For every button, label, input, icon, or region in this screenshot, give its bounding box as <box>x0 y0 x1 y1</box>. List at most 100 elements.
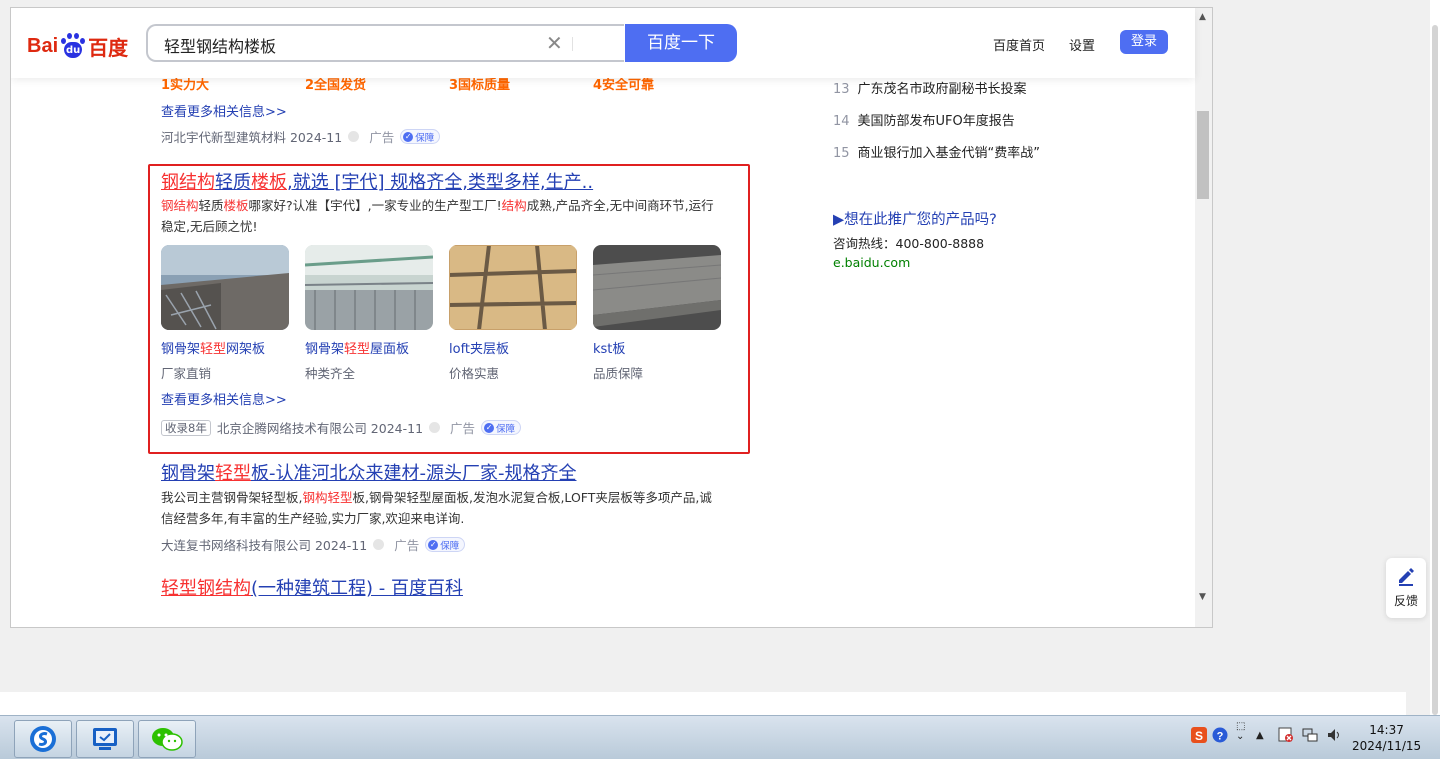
result-title[interactable]: 钢结构轻质楼板,就选 [宇代] 规格齐全,类型多样,生产.. <box>161 168 593 194</box>
source-name[interactable]: 大连复书网络科技有限公司 2024-11 <box>161 535 367 554</box>
badge-label: 保障 <box>415 132 435 144</box>
source-name[interactable]: 北京企腾网络技术有限公司 2024-11 <box>217 418 423 437</box>
settings-link[interactable]: 设置 <box>1069 35 1095 54</box>
product-title[interactable]: 钢骨架轻型网架板 <box>161 338 289 357</box>
product-card[interactable]: loft夹层板 价格实惠 <box>449 245 577 382</box>
browser-icon <box>30 726 56 752</box>
desc-text: 我公司主营钢骨架轻型板, <box>161 490 303 505</box>
promo-hotline: 咨询热线：400-800-8888 <box>833 236 985 251</box>
search-box[interactable]: ✕ <box>146 24 624 62</box>
product-image[interactable] <box>161 245 289 330</box>
input-method-icon[interactable]: S <box>1191 727 1207 746</box>
taskbar-wechat-button[interactable] <box>138 720 196 758</box>
feedback-label: 反馈 <box>1393 594 1418 608</box>
desc-text: 轻质 <box>198 198 224 213</box>
outer-scrollbar[interactable] <box>1430 0 1440 715</box>
ad-label: 广告 <box>450 421 476 436</box>
logo-text-du: du <box>64 42 83 58</box>
dropdown-icon[interactable] <box>429 422 441 433</box>
check-icon: ✓ <box>484 422 495 433</box>
bottom-strip <box>0 692 1406 715</box>
svg-text:?: ? <box>1217 731 1224 743</box>
result-source: 收录8年 北京企腾网络技术有限公司 2024-11 广告 ✓ 保障 <box>161 418 522 437</box>
login-button[interactable]: 登录 <box>1120 30 1168 54</box>
tray-expand-icon[interactable]: ⬚ ⌄ <box>1236 722 1245 742</box>
result-title-baike[interactable]: 轻型钢结构(一种建筑工程) - 百度百科 <box>161 574 463 600</box>
product-title-keyword: 轻型 <box>200 342 227 357</box>
promo-link[interactable]: ▶想在此推广您的产品吗? <box>833 208 997 229</box>
product-subtitle: 种类齐全 <box>305 366 356 381</box>
title-keyword: 楼板 <box>251 172 287 193</box>
product-subtitle: 价格实惠 <box>449 366 500 381</box>
desc-keyword: 钢结构 <box>161 198 199 213</box>
guarantee-badge[interactable]: ✓ 保障 <box>481 420 522 435</box>
title-keyword: 轻型 <box>215 463 251 484</box>
dropdown-icon[interactable] <box>348 131 360 142</box>
title-text: ,就选 [宇代] 规格齐全,类型多样,生产.. <box>287 172 594 193</box>
guarantee-badge[interactable]: ✓ 保障 <box>400 129 441 144</box>
taskbar-browser-button[interactable] <box>14 720 72 758</box>
taskbar-app-button[interactable] <box>76 720 134 758</box>
wechat-icon <box>152 728 183 751</box>
product-image[interactable] <box>449 245 577 330</box>
product-title[interactable]: loft夹层板 <box>449 338 577 357</box>
source-name[interactable]: 河北宇代新型建筑材料 2024-11 <box>161 127 342 146</box>
system-clock[interactable]: 14:37 2024/11/15 <box>1352 722 1421 754</box>
hot-list-item[interactable]: 15 商业银行加入基金代销“费率战” <box>833 142 1040 161</box>
network-icon[interactable] <box>1302 727 1318 746</box>
more-info-link[interactable]: 查看更多相关信息>> <box>161 101 287 120</box>
product-image[interactable] <box>593 245 721 330</box>
taskbar: S ? ⬚ ⌄ ▲ 14:37 2024/11/15 <box>0 715 1440 759</box>
product-card[interactable]: 钢骨架轻型屋面板 种类齐全 <box>305 245 433 382</box>
product-image[interactable] <box>305 245 433 330</box>
hot-text: 美国防部发布UFO年度报告 <box>857 114 1015 129</box>
badge-label: 保障 <box>496 423 516 435</box>
result-title[interactable]: 钢骨架轻型板-认准河北众来建材-源头厂家-规格齐全 <box>161 459 576 485</box>
feedback-button[interactable]: 反馈 <box>1386 558 1426 618</box>
check-icon: ✓ <box>428 539 439 550</box>
action-center-icon[interactable] <box>1278 727 1294 746</box>
title-text: 轻质 <box>215 172 251 193</box>
search-button[interactable]: 百度一下 <box>625 24 737 62</box>
hot-rank: 15 <box>833 146 850 161</box>
product-title-text: 屋面板 <box>370 342 410 357</box>
hot-list-item[interactable]: 13 广东茂名市政府副秘书长投案 <box>833 78 1027 97</box>
search-header: Bai du 百度 ✕ 百度一下 百度首页 设置 登录 <box>11 8 1195 78</box>
product-title[interactable]: kst板 <box>593 338 721 357</box>
search-divider <box>572 37 573 51</box>
tray-up-arrow-icon[interactable]: ▲ <box>1256 730 1264 741</box>
hot-list-item[interactable]: 14 美国防部发布UFO年度报告 <box>833 110 1015 129</box>
logo-text-cn: 百度 <box>88 35 129 60</box>
scroll-down-icon[interactable]: ▼ <box>1199 592 1206 602</box>
product-title-text: loft夹层板 <box>449 342 510 357</box>
help-icon[interactable]: ? <box>1212 727 1228 746</box>
desc-keyword: 楼板 <box>223 198 249 213</box>
dropdown-icon[interactable] <box>373 539 385 550</box>
svg-text:S: S <box>1195 729 1203 743</box>
monitor-icon <box>93 728 117 750</box>
guarantee-badge[interactable]: ✓ 保障 <box>425 537 466 552</box>
outer-scroll-thumb[interactable] <box>1432 25 1438 715</box>
product-title[interactable]: 钢骨架轻型屋面板 <box>305 338 433 357</box>
product-card[interactable]: kst板 品质保障 <box>593 245 721 382</box>
more-info-link[interactable]: 查看更多相关信息>> <box>161 389 287 408</box>
scroll-up-icon[interactable]: ▲ <box>1199 12 1206 22</box>
product-title-text: 钢骨架 <box>305 342 345 357</box>
page-scrollbar[interactable]: ▲ ▼ <box>1195 8 1212 627</box>
indexed-age-tag: 收录8年 <box>161 419 211 436</box>
result-description: 我公司主营钢骨架轻型板,钢构轻型板,钢骨架轻型屋面板,发泡水泥复合板,LOFT夹… <box>161 487 721 529</box>
title-keyword: 钢结构 <box>161 172 215 193</box>
product-subtitle: 厂家直销 <box>161 366 212 381</box>
hot-rank: 14 <box>833 114 850 129</box>
product-card[interactable]: 钢骨架轻型网架板 厂家直销 <box>161 245 289 382</box>
clock-time: 14:37 <box>1369 723 1404 737</box>
clear-icon[interactable]: ✕ <box>546 32 563 54</box>
baidu-logo[interactable]: Bai du 百度 <box>27 31 128 61</box>
hot-rank: 13 <box>833 82 850 97</box>
home-link[interactable]: 百度首页 <box>993 35 1045 54</box>
product-title-keyword: 轻型 <box>344 342 371 357</box>
volume-icon[interactable] <box>1326 727 1342 746</box>
promo-site[interactable]: e.baidu.com <box>833 255 997 270</box>
scroll-thumb[interactable] <box>1197 111 1209 199</box>
search-input[interactable] <box>162 33 546 57</box>
